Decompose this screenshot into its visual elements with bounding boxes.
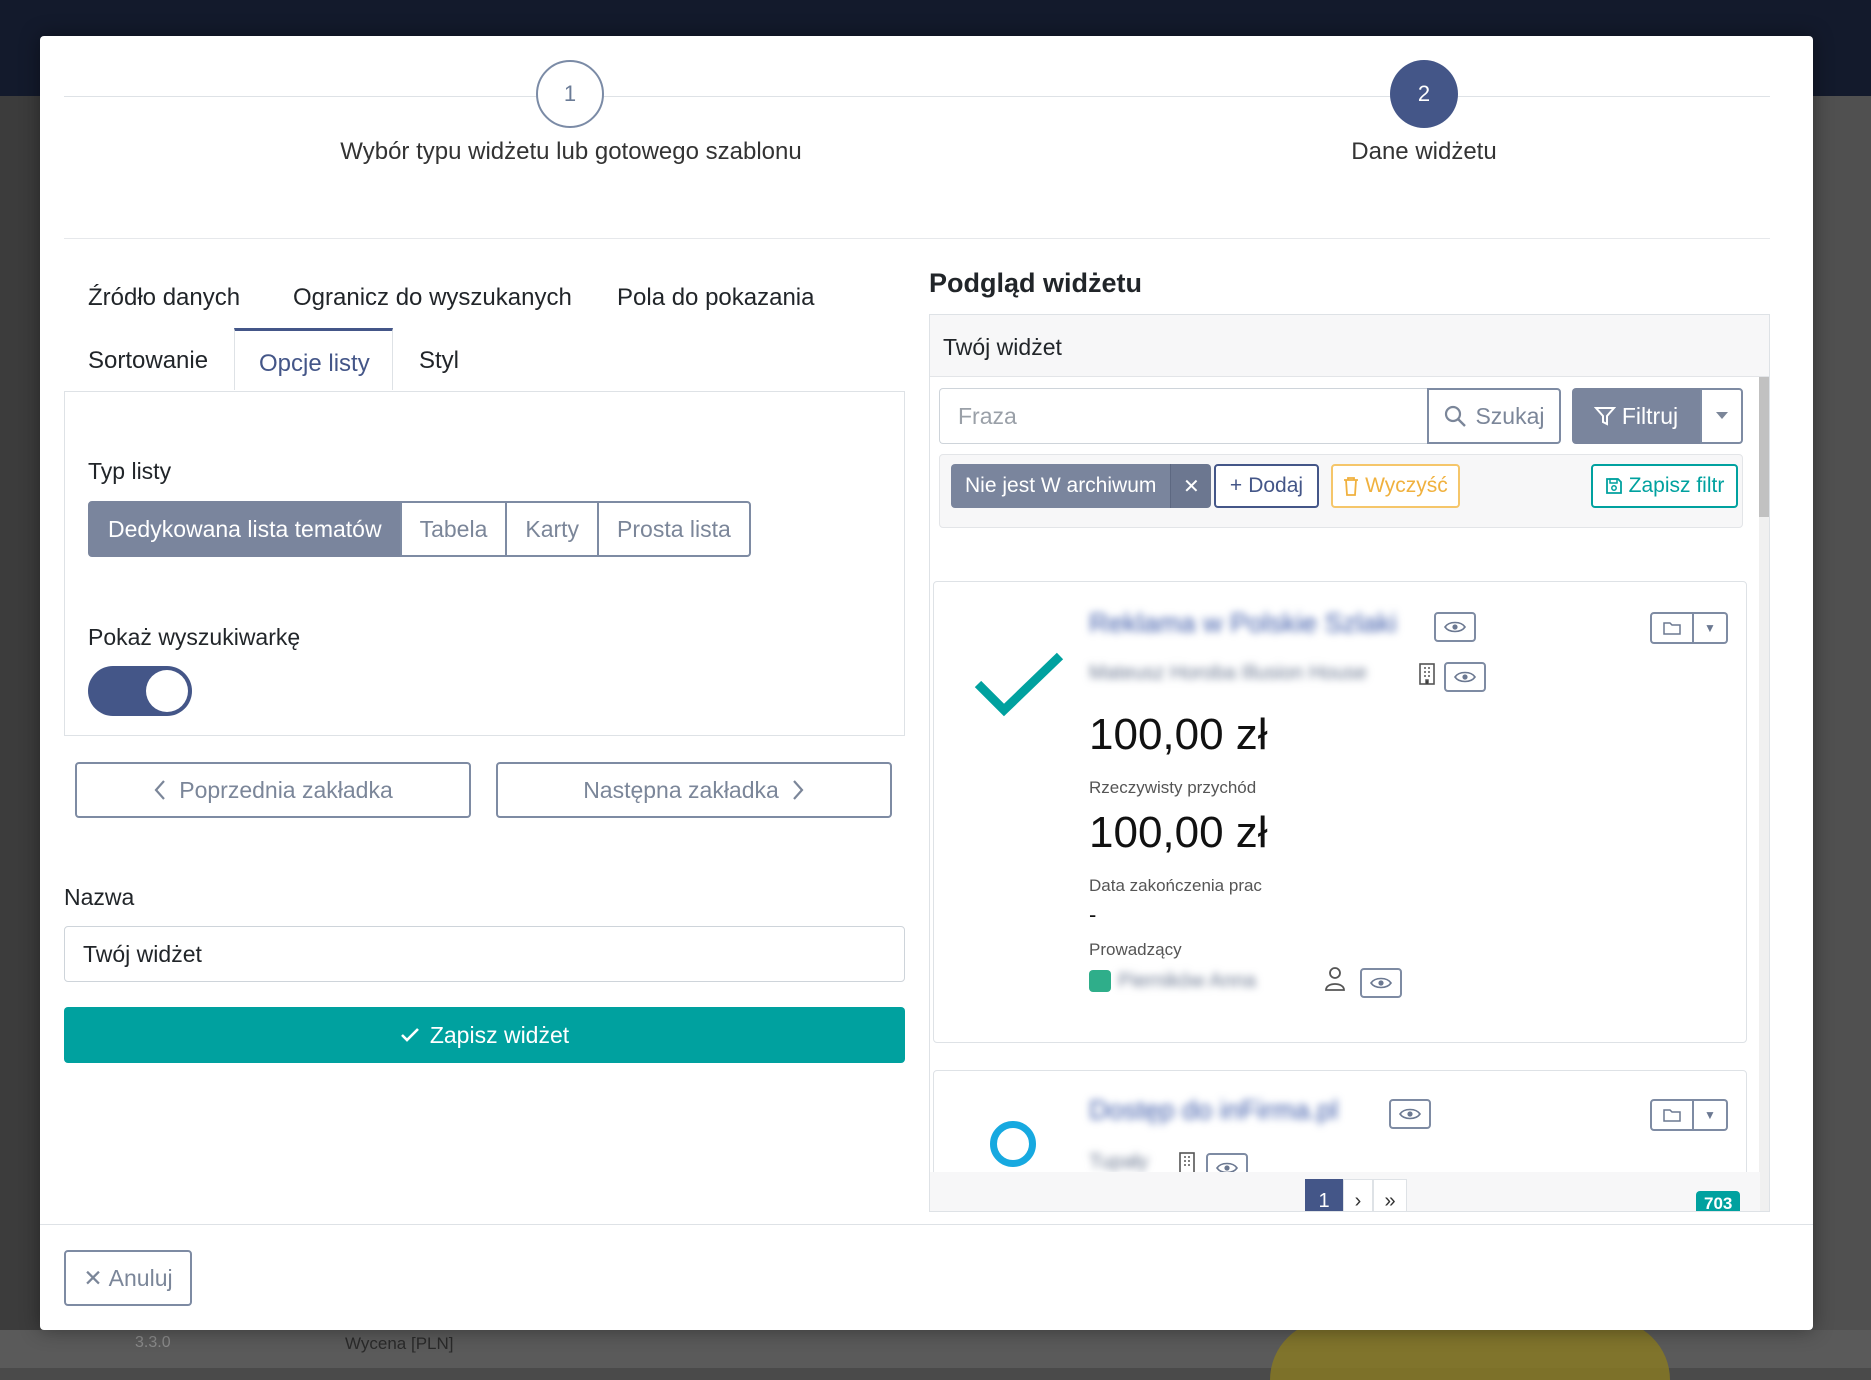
phrase-search-input[interactable]: Fraza bbox=[939, 388, 1427, 444]
step-2-circle[interactable]: 2 bbox=[1390, 60, 1458, 128]
folder-icon[interactable] bbox=[1650, 612, 1694, 644]
save-filter-button[interactable]: Zapisz filtr bbox=[1591, 464, 1738, 508]
tab-sorting[interactable]: Sortowanie bbox=[88, 347, 208, 375]
chevron-right-icon bbox=[792, 780, 804, 800]
card-subtitle[interactable]: Mateusz Horoba Illusion House bbox=[1089, 662, 1367, 685]
cancel-button[interactable]: ✕ Anuluj bbox=[64, 1250, 192, 1306]
caret-down-icon bbox=[1715, 412, 1728, 419]
trash-icon bbox=[1344, 477, 1359, 496]
total-count-badge: 703 bbox=[1696, 1191, 1741, 1211]
tab-style[interactable]: Styl bbox=[419, 347, 459, 375]
list-type-label: Typ listy bbox=[88, 458, 172, 484]
add-filter-label: Dodaj bbox=[1248, 474, 1304, 497]
stepper-divider bbox=[64, 238, 1770, 239]
save-widget-button[interactable]: Zapisz widżet bbox=[64, 1007, 905, 1063]
checkmark-status-icon bbox=[974, 652, 1064, 717]
list-type-cards-button[interactable]: Karty bbox=[505, 501, 600, 557]
widget-wizard-modal: 1 Wybór typu widżetu lub gotowego szablo… bbox=[40, 36, 1813, 1330]
filter-button-label: Filtruj bbox=[1621, 402, 1679, 429]
search-icon bbox=[1445, 405, 1467, 427]
funnel-icon bbox=[1593, 407, 1616, 426]
background-sidebar bbox=[0, 96, 40, 1368]
folder-icon[interactable] bbox=[1650, 1099, 1694, 1131]
floppy-disk-icon bbox=[1605, 478, 1622, 494]
eye-icon[interactable] bbox=[1360, 968, 1402, 998]
cancel-label: Anuluj bbox=[108, 1264, 173, 1291]
last-page-button[interactable]: » bbox=[1373, 1179, 1407, 1211]
filter-chip: Nie jest W archiwum ✕ bbox=[951, 464, 1212, 508]
close-icon: ✕ bbox=[83, 1264, 103, 1291]
save-widget-label: Zapisz widżet bbox=[429, 1021, 570, 1048]
caret-down-icon[interactable]: ▼ bbox=[1694, 612, 1728, 644]
tab-list-options[interactable]: Opcje listy bbox=[234, 328, 393, 390]
list-item[interactable]: Reklama w Polskie Szlaki Mateusz Horoba … bbox=[933, 581, 1747, 1043]
previous-tab-button[interactable]: Poprzednia zakładka bbox=[75, 762, 471, 818]
background-column-label: Wycena [PLN] bbox=[345, 1334, 454, 1353]
manager-label: Prowadzący bbox=[1089, 940, 1182, 959]
previous-tab-label: Poprzednia zakładka bbox=[179, 776, 393, 803]
eye-icon[interactable] bbox=[1434, 612, 1476, 642]
next-tab-label: Następna zakładka bbox=[583, 776, 779, 803]
show-search-toggle[interactable] bbox=[88, 666, 192, 716]
list-type-group: Dedykowana lista tematów Tabela Karty Pr… bbox=[88, 501, 751, 557]
tab-limit-to-search[interactable]: Ogranicz do wyszukanych bbox=[293, 284, 572, 312]
background-right-panel bbox=[1812, 96, 1871, 1368]
actual-revenue-label: Rzeczywisty przychód bbox=[1089, 778, 1257, 797]
open-status-icon bbox=[990, 1121, 1036, 1167]
name-label: Nazwa bbox=[64, 884, 135, 910]
list-type-table-button[interactable]: Tabela bbox=[399, 501, 508, 557]
filter-chip-label: Nie jest W archiwum bbox=[951, 464, 1171, 508]
close-icon[interactable]: ✕ bbox=[1170, 464, 1212, 508]
check-icon bbox=[400, 1028, 419, 1042]
step-1-circle[interactable]: 1 bbox=[536, 60, 604, 128]
step-2-label: Dane widżetu bbox=[1351, 138, 1497, 165]
app-version: 3.3.0 bbox=[135, 1334, 171, 1351]
next-tab-button[interactable]: Następna zakładka bbox=[496, 762, 892, 818]
plus-icon: + bbox=[1229, 474, 1243, 497]
tab-data-source[interactable]: Źródło danych bbox=[88, 284, 240, 312]
completion-date-value: - bbox=[1089, 902, 1097, 927]
manager-name[interactable]: Pierników Anna bbox=[1118, 970, 1256, 993]
search-button[interactable]: Szukaj bbox=[1427, 388, 1561, 444]
card-actions-group: ▼ bbox=[1650, 1099, 1728, 1131]
chevron-left-icon bbox=[154, 780, 166, 800]
card-title[interactable]: Dostęp do inFirma.pl bbox=[1089, 1095, 1338, 1126]
clear-filter-label: Wyczyść bbox=[1365, 474, 1448, 497]
eye-icon[interactable] bbox=[1389, 1099, 1431, 1129]
page-1-button[interactable]: 1 bbox=[1305, 1179, 1343, 1211]
show-search-label: Pokaż wyszukiwarkę bbox=[88, 624, 301, 650]
name-input[interactable] bbox=[64, 926, 905, 982]
preview-widget-title: Twój widżet bbox=[930, 315, 1769, 377]
eye-icon[interactable] bbox=[1444, 662, 1486, 692]
save-filter-label: Zapisz filtr bbox=[1628, 474, 1725, 497]
actual-revenue-amount: 100,00 zł bbox=[1089, 710, 1268, 759]
add-filter-button[interactable]: + Dodaj bbox=[1214, 464, 1319, 508]
preview-scrollbar-thumb[interactable] bbox=[1759, 377, 1769, 517]
step-1-label: Wybór typu widżetu lub gotowego szablonu bbox=[340, 138, 802, 165]
search-button-label: Szukaj bbox=[1475, 402, 1545, 429]
card-subtitle[interactable]: Tupały bbox=[1089, 1151, 1148, 1174]
preview-title: Podgląd widżetu bbox=[929, 268, 1142, 298]
widget-preview: Twój widżet Fraza Szukaj Filtruj Nie jes… bbox=[929, 314, 1770, 1212]
avatar bbox=[1089, 970, 1111, 992]
footer-divider bbox=[40, 1224, 1813, 1225]
card-actions-group: ▼ bbox=[1650, 612, 1728, 644]
filter-button[interactable]: Filtruj bbox=[1572, 388, 1700, 444]
caret-down-icon[interactable]: ▼ bbox=[1694, 1099, 1728, 1131]
toggle-knob bbox=[146, 670, 188, 712]
filter-dropdown-button[interactable] bbox=[1700, 388, 1743, 444]
list-type-simple-button[interactable]: Prosta lista bbox=[597, 501, 751, 557]
active-filters-bar: Nie jest W archiwum ✕ + Dodaj Wyczyść Za… bbox=[939, 454, 1743, 528]
list-type-dedicated-button[interactable]: Dedykowana lista tematów bbox=[88, 501, 402, 557]
card-title[interactable]: Reklama w Polskie Szlaki bbox=[1089, 608, 1397, 639]
completion-date-label: Data zakończenia prac bbox=[1089, 876, 1262, 895]
second-amount: 100,00 zł bbox=[1089, 808, 1268, 857]
clear-filter-button[interactable]: Wyczyść bbox=[1331, 464, 1460, 508]
next-page-button[interactable]: › bbox=[1343, 1179, 1373, 1211]
user-icon bbox=[1325, 967, 1345, 991]
building-icon bbox=[1419, 663, 1435, 685]
tab-fields[interactable]: Pola do pokazania bbox=[617, 284, 814, 312]
stepper-line bbox=[64, 96, 1770, 97]
